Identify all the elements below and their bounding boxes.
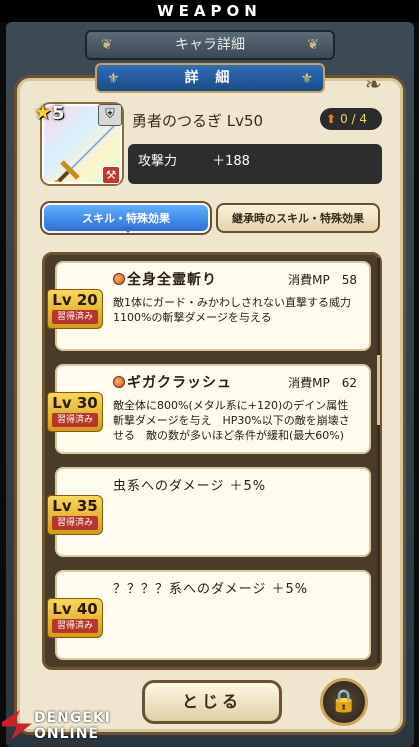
skill-description: 敵1体にガード・みかわしされない直撃する威力 1100%の斬撃ダメージを与える — [113, 296, 351, 324]
attack-value: ＋188 — [212, 154, 250, 169]
list-item: Lv 35 習得済み 虫系へのダメージ ＋5% — [47, 467, 371, 557]
orb-icon — [113, 273, 125, 285]
skill-name: ？？？？系へのダメージ ＋5% — [113, 582, 309, 597]
watermark-line2: ONLINE — [34, 726, 100, 742]
scrollbar-track[interactable] — [377, 258, 380, 663]
shield-slot-icon: ⛨ — [98, 104, 122, 126]
orb-icon — [113, 376, 125, 388]
character-detail-header: キャラ詳細 — [85, 30, 335, 60]
rarity-value: 5 — [51, 103, 65, 124]
tab-skills[interactable]: スキル・特殊効果 — [42, 203, 210, 233]
learned-tag: 習得済み — [52, 619, 98, 633]
close-button[interactable]: とじる — [142, 680, 282, 724]
level-label: Lv 35 — [52, 497, 98, 515]
skill-name: 全身全霊斬り — [127, 272, 217, 288]
level-badge: Lv 30 習得済み — [47, 392, 103, 432]
mp-cost: 消費MP 62 — [288, 376, 357, 390]
level-badge: Lv 35 習得済み — [47, 495, 103, 535]
skill-description: 敵全体に800%(メタル系に+120)のデイン属性 斬撃ダメージを与え HP30… — [113, 399, 350, 442]
lightning-logo-icon — [2, 710, 32, 740]
fleur-right-icon: ⚜ — [300, 71, 313, 87]
star-icon: ★ — [34, 100, 52, 124]
skill-list[interactable]: Lv 20 習得済み 全身全霊斬り 消費MP 58 敵1体にガード・みかわしされ… — [42, 252, 382, 670]
learned-tag: 習得済み — [52, 310, 98, 324]
weapon-banner: WEAPON — [0, 0, 419, 22]
level-badge: Lv 40 習得済み — [47, 598, 103, 638]
scrollbar-thumb[interactable] — [377, 355, 380, 425]
level-label: Lv 30 — [52, 394, 98, 412]
tab-inherited-skills[interactable]: 継承時のスキル・特殊効果 — [216, 203, 380, 233]
learned-tag: 習得済み — [52, 413, 98, 427]
list-item: Lv 20 習得済み 全身全霊斬り 消費MP 58 敵1体にガード・みかわしされ… — [47, 261, 371, 351]
skill-name: ギガクラッシュ — [127, 375, 232, 391]
list-item: Lv 40 習得済み ？？？？系へのダメージ ＋5% — [47, 570, 371, 660]
hammer-icon: ⚒ — [102, 166, 120, 184]
skill-name: 虫系へのダメージ ＋5% — [113, 479, 267, 494]
fleur-left-icon: ⚜ — [107, 71, 120, 87]
detail-title: ⚜ 詳 細 ⚜ — [95, 63, 325, 93]
list-item: Lv 30 習得済み ギガクラッシュ 消費MP 62 敵全体に800%(メタル系… — [47, 364, 371, 454]
stat-box: 攻撃力 ＋188 — [128, 144, 382, 184]
mp-cost: 消費MP 58 — [288, 273, 357, 287]
rarity-badge: ★5 — [34, 100, 78, 126]
watermark-line1: DENGEKI — [34, 710, 112, 726]
watermark: DENGEKI ONLINE — [0, 706, 130, 747]
corner-ornament-icon: ❧ — [365, 72, 382, 96]
arrow-up-icon: ⬆ — [326, 112, 337, 126]
learned-tag: 習得済み — [52, 516, 98, 530]
attack-label: 攻撃力 — [138, 154, 178, 169]
lock-icon[interactable]: 🔒 — [320, 678, 368, 726]
level-label: Lv 40 — [52, 600, 98, 618]
level-badge: Lv 20 習得済み — [47, 289, 103, 329]
detail-title-label: 詳 細 — [184, 70, 236, 86]
level-label: Lv 20 — [52, 291, 98, 309]
upgrade-value: 0 / 4 — [340, 112, 368, 126]
weapon-name: 勇者のつるぎ Lv50 — [132, 112, 264, 130]
upgrade-counter: ⬆ 0 / 4 — [320, 108, 382, 130]
